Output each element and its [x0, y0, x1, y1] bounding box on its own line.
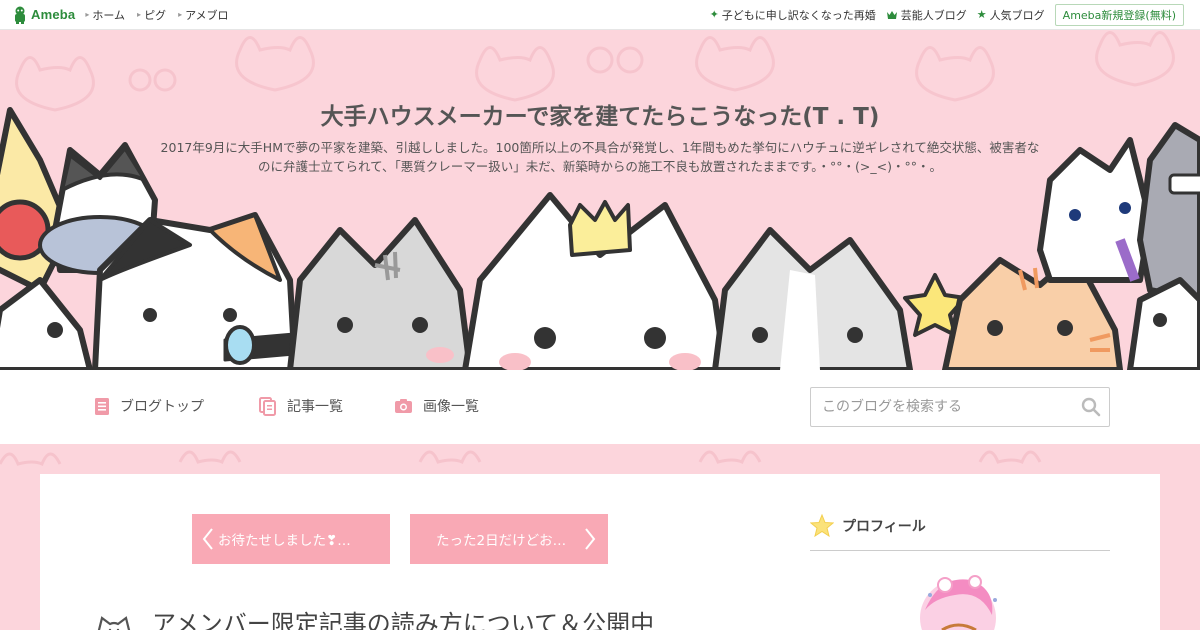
logo-text: Ameba [31, 7, 76, 22]
main-content: お待たせしました❣… たった2日だけどお… アメンバー限定記事の読み方について＆… [40, 474, 1160, 630]
divider [810, 550, 1110, 551]
nav-image-list[interactable]: 画像一覧 [394, 396, 479, 416]
blog-header: 大手ハウスメーカーで家を建てたらこうなった(T . T) 2017年9月に大手H… [0, 30, 1200, 370]
next-article-label: たった2日だけどお… [436, 533, 567, 549]
star-icon: ★ [976, 8, 987, 21]
next-article-button[interactable]: たった2日だけどお… [410, 514, 608, 564]
star-icon [810, 514, 834, 537]
camera-icon [395, 399, 412, 413]
prev-article-label: お待たせしました❣… [218, 533, 351, 549]
trending-topic-link[interactable]: ✦ 子どもに申し訳なくなった再婚 [710, 7, 876, 23]
chevron-right-icon [585, 528, 596, 550]
cat-characters-illustration [0, 107, 1200, 370]
nav-article-list-label: 記事一覧 [287, 399, 343, 415]
profile-heading-label: プロフィール [842, 518, 926, 535]
cat-ear-icon [97, 616, 131, 630]
celebrity-blog-label: 芸能人ブログ [900, 8, 967, 22]
blog-top-icon [95, 397, 109, 415]
profile-avatar[interactable] [900, 570, 1010, 630]
nav-ameblo-label: アメブロ [185, 8, 229, 22]
nav-pigg-link[interactable]: ▸ ピグ [137, 7, 166, 23]
global-nav: ▸ ホーム ▸ ピグ ▸ アメブロ [85, 7, 240, 23]
nav-pigg-label: ピグ [144, 8, 167, 22]
profile-heading: プロフィール [810, 514, 926, 537]
popular-blog-link[interactable]: ★ 人気ブログ [977, 7, 1045, 23]
blog-search [810, 387, 1110, 427]
chevron-right-icon: ▸ [178, 10, 183, 19]
article-list-icon [259, 396, 276, 416]
nav-ameblo-link[interactable]: ▸ アメブロ [178, 7, 228, 23]
chevron-right-icon: ▸ [137, 10, 142, 19]
global-header: Ameba ▸ ホーム ▸ ピグ ▸ アメブロ ✦ 子どもに申し訳なくなった再婚 芸能人… [0, 0, 1200, 30]
signup-button[interactable]: Ameba新規登録(無料) [1054, 3, 1184, 26]
chevron-right-icon: ▸ [85, 10, 90, 19]
nav-blog-top-label: ブログトップ [120, 399, 204, 415]
sparkle-icon: ✦ [709, 8, 719, 21]
ameba-logo-icon [15, 6, 25, 24]
popular-blog-label: 人気ブログ [989, 8, 1045, 22]
search-icon[interactable] [1081, 397, 1101, 417]
celebrity-blog-link[interactable]: 芸能人ブログ [886, 7, 967, 23]
crown-icon [886, 10, 897, 19]
trending-topic-label: 子どもに申し訳なくなった再婚 [721, 8, 876, 22]
article-title[interactable]: アメンバー限定記事の読み方について＆公開中 [152, 604, 654, 630]
nav-blog-top[interactable]: ブログトップ [94, 396, 204, 416]
nav-image-list-label: 画像一覧 [423, 399, 479, 415]
nav-article-list[interactable]: 記事一覧 [259, 396, 343, 416]
nav-home-label: ホーム [92, 8, 126, 22]
global-right-links: ✦ 子どもに申し訳なくなった再婚 芸能人ブログ ★ 人気ブログ Ameba新規登録(… [700, 3, 1184, 26]
blog-navigation: ブログトップ 記事一覧 画像一覧 [0, 370, 1200, 444]
chevron-left-icon [202, 528, 213, 550]
ameba-logo[interactable]: Ameba [12, 6, 75, 24]
nav-home-link[interactable]: ▸ ホーム [85, 7, 125, 23]
prev-article-button[interactable]: お待たせしました❣… [192, 514, 390, 564]
blog-search-input[interactable] [822, 388, 1072, 426]
